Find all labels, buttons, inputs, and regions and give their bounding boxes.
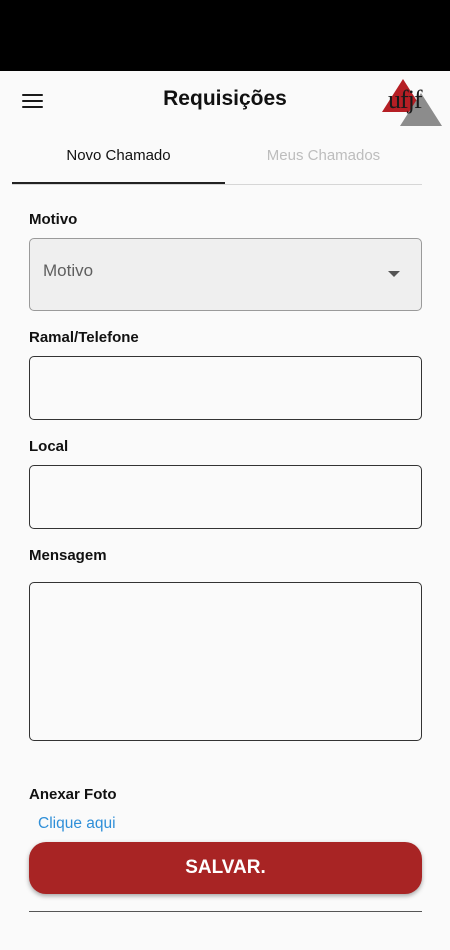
local-label: Local: [29, 438, 69, 455]
anexar-foto-label: Anexar Foto: [29, 786, 117, 803]
anexar-foto-link[interactable]: Clique aqui: [38, 815, 116, 833]
motivo-label: Motivo: [29, 211, 78, 228]
ramal-label: Ramal/Telefone: [29, 329, 139, 346]
tab-meus-chamados[interactable]: Meus Chamados: [225, 131, 422, 184]
mensagem-label: Mensagem: [29, 547, 107, 564]
tab-bar: Novo Chamado Meus Chamados: [12, 131, 422, 185]
status-bar: [0, 0, 450, 71]
motivo-selected-value: Motivo: [43, 261, 94, 280]
tab-novo-chamado[interactable]: Novo Chamado: [12, 131, 225, 184]
motivo-dropdown[interactable]: Motivo: [29, 238, 422, 311]
ufjf-logo: ufjf: [378, 75, 448, 127]
dropdown-arrow-icon: [388, 271, 400, 277]
save-button[interactable]: SALVAR.: [29, 842, 422, 894]
svg-text:ufjf: ufjf: [388, 85, 423, 114]
tab-indicator: [12, 182, 225, 184]
divider: [29, 911, 422, 912]
local-input[interactable]: [29, 465, 422, 529]
app-bar: Requisições ufjf: [0, 71, 450, 131]
mensagem-textarea[interactable]: [29, 582, 422, 741]
ramal-telefone-input[interactable]: [29, 356, 422, 420]
